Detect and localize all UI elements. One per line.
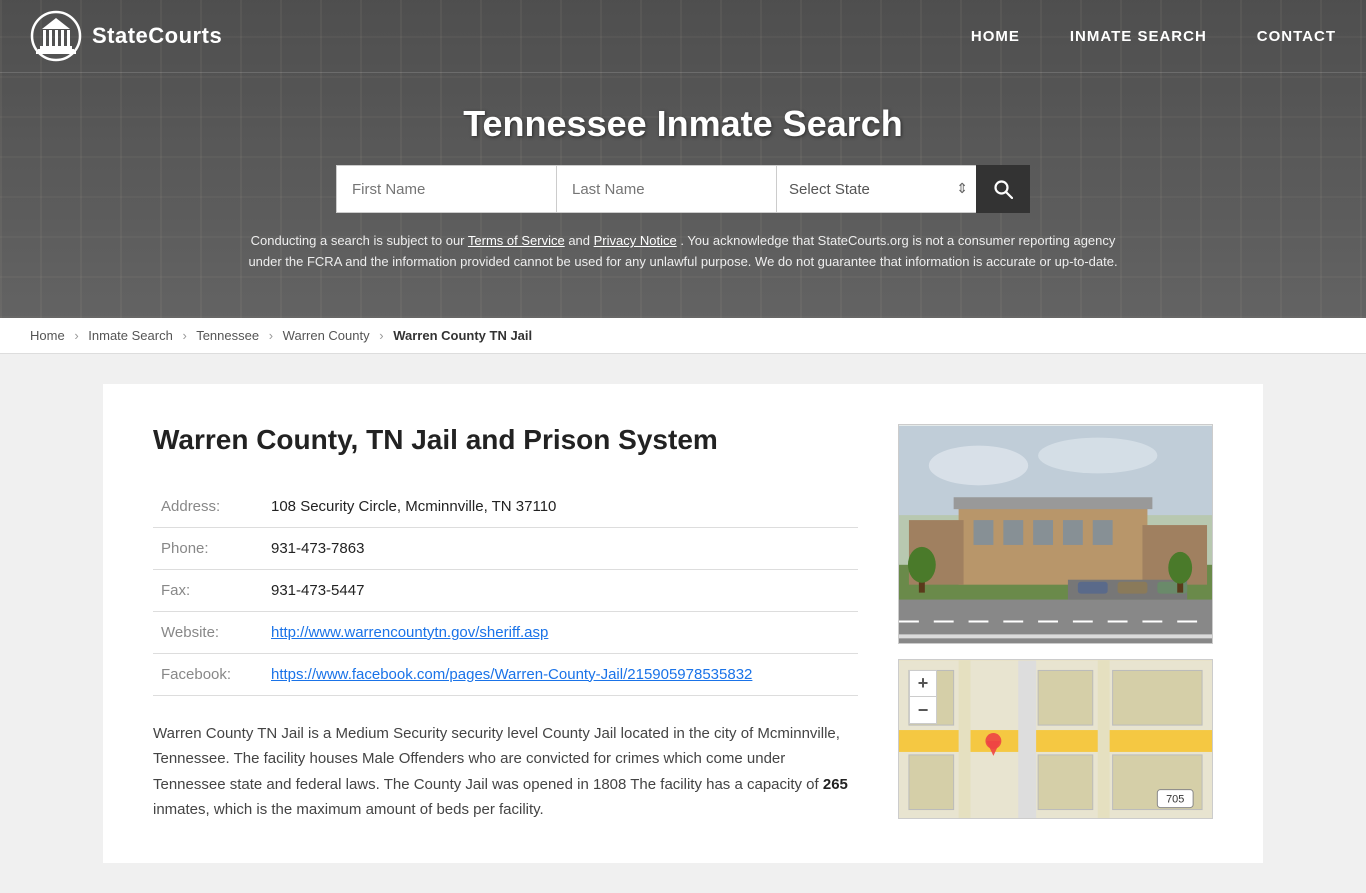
state-select[interactable]: Select State Tennessee Alabama Alaska [776, 165, 976, 213]
description-suffix: inmates, which is the maximum amount of … [153, 801, 544, 818]
nav-contact[interactable]: CONTACT [1257, 23, 1336, 50]
map-zoom-in-button[interactable]: + [910, 671, 936, 697]
content-left: Warren County, TN Jail and Prison System… [153, 424, 858, 823]
search-icon [993, 179, 1013, 199]
nav-links: HOME INMATE SEARCH CONTACT [971, 23, 1336, 50]
map-zoom-controls: + − [909, 670, 937, 724]
hero-disclaimer: Conducting a search is subject to our Te… [233, 231, 1133, 298]
breadcrumb-current: Warren County TN Jail [393, 328, 532, 343]
table-row: Website: http://www.warrencountytn.gov/s… [153, 611, 858, 653]
logo-text: StateCourts [92, 23, 222, 49]
fax-label: Fax: [153, 569, 263, 611]
website-value: http://www.warrencountytn.gov/sheriff.as… [263, 611, 858, 653]
table-row: Fax: 931-473-5447 [153, 569, 858, 611]
breadcrumb-sep-3: › [269, 328, 273, 343]
disclaimer-prefix: Conducting a search is subject to our [251, 233, 468, 248]
fax-value: 931-473-5447 [263, 569, 858, 611]
breadcrumb-sep-1: › [74, 328, 78, 343]
capacity-value: 265 [823, 776, 848, 793]
facebook-value: https://www.facebook.com/pages/Warren-Co… [263, 653, 858, 695]
map-image: 705 [899, 660, 1212, 819]
logo-icon [30, 10, 82, 62]
description-prefix: Warren County TN Jail is a Medium Securi… [153, 725, 840, 793]
site-header: StateCourts HOME INMATE SEARCH CONTACT T… [0, 0, 1366, 318]
address-value: 108 Security Circle, Mcminnville, TN 371… [263, 486, 858, 528]
page-title: Warren County, TN Jail and Prison System [153, 424, 858, 456]
breadcrumb-home[interactable]: Home [30, 328, 65, 343]
description-text: Warren County TN Jail is a Medium Securi… [153, 721, 858, 823]
first-name-input[interactable] [336, 165, 556, 213]
svg-text:705: 705 [1166, 793, 1184, 805]
breadcrumb-inmate-search[interactable]: Inmate Search [88, 328, 173, 343]
content-right: 705 + − [898, 424, 1213, 823]
hero-section: Tennessee Inmate Search Select State Ten… [0, 73, 1366, 318]
info-table: Address: 108 Security Circle, Mcminnvill… [153, 486, 858, 696]
phone-value: 931-473-7863 [263, 527, 858, 569]
content-card: Warren County, TN Jail and Prison System… [103, 384, 1263, 863]
table-row: Address: 108 Security Circle, Mcminnvill… [153, 486, 858, 528]
nav-inmate-search[interactable]: INMATE SEARCH [1070, 23, 1207, 50]
terms-link[interactable]: Terms of Service [468, 233, 565, 248]
disclaimer-and: and [568, 233, 593, 248]
last-name-input[interactable] [556, 165, 776, 213]
top-nav: StateCourts HOME INMATE SEARCH CONTACT [0, 0, 1366, 73]
nav-home[interactable]: HOME [971, 23, 1020, 50]
state-select-wrapper: Select State Tennessee Alabama Alaska ⇕ [776, 165, 976, 213]
table-row: Facebook: https://www.facebook.com/pages… [153, 653, 858, 695]
phone-label: Phone: [153, 527, 263, 569]
search-button[interactable] [976, 165, 1030, 213]
jail-photo-image [899, 425, 1212, 644]
breadcrumb-sep-2: › [182, 328, 186, 343]
hero-title: Tennessee Inmate Search [20, 103, 1346, 145]
website-link[interactable]: http://www.warrencountytn.gov/sheriff.as… [271, 624, 548, 641]
facebook-link[interactable]: https://www.facebook.com/pages/Warren-Co… [271, 666, 752, 683]
site-logo[interactable]: StateCourts [30, 10, 222, 62]
privacy-link[interactable]: Privacy Notice [594, 233, 677, 248]
map-container: 705 + − [898, 659, 1213, 819]
map-zoom-out-button[interactable]: − [910, 697, 936, 723]
facebook-label: Facebook: [153, 653, 263, 695]
breadcrumb: Home › Inmate Search › Tennessee › Warre… [0, 318, 1366, 354]
breadcrumb-tennessee[interactable]: Tennessee [196, 328, 259, 343]
search-bar: Select State Tennessee Alabama Alaska ⇕ [20, 165, 1346, 213]
main-wrapper: Warren County, TN Jail and Prison System… [0, 354, 1366, 893]
table-row: Phone: 931-473-7863 [153, 527, 858, 569]
breadcrumb-sep-4: › [379, 328, 383, 343]
breadcrumb-warren-county[interactable]: Warren County [283, 328, 370, 343]
address-label: Address: [153, 486, 263, 528]
website-label: Website: [153, 611, 263, 653]
jail-photo [898, 424, 1213, 644]
